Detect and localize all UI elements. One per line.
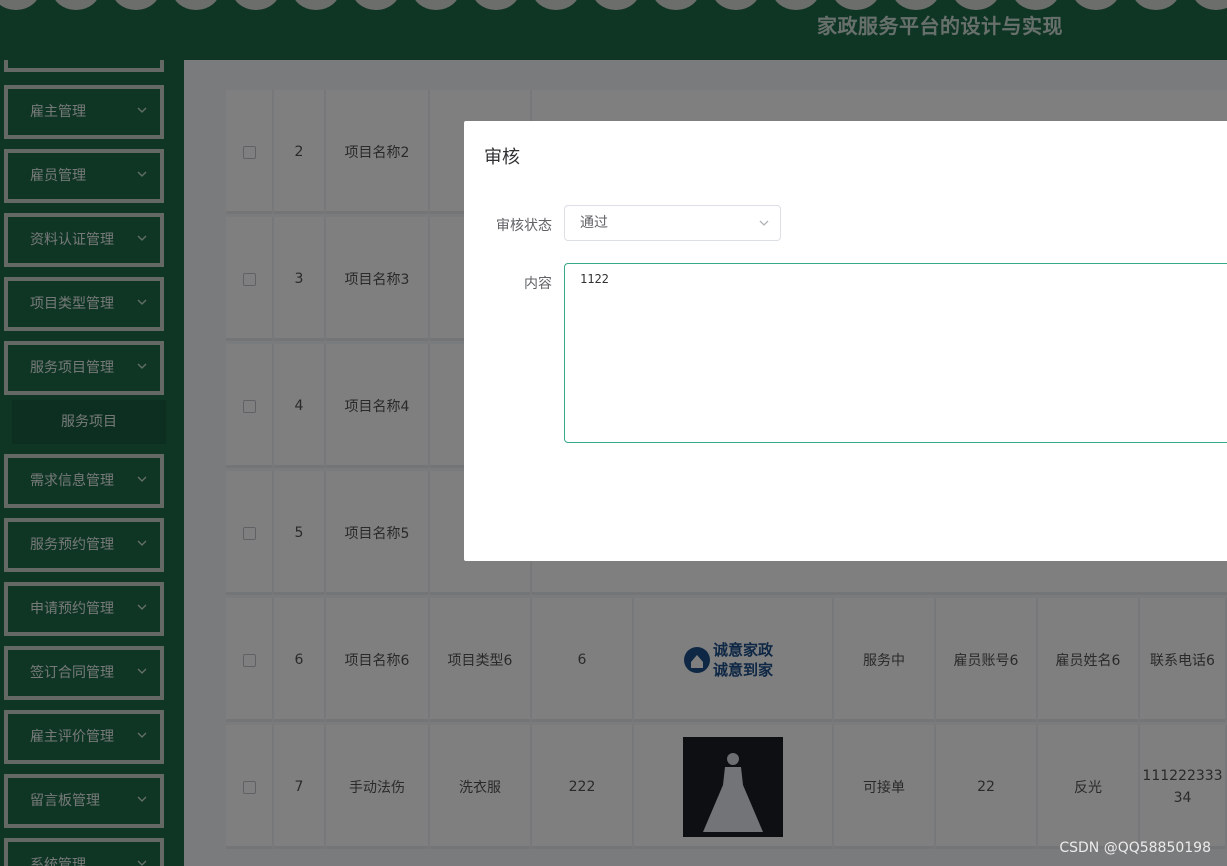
content-textarea[interactable]: 1122	[564, 263, 1227, 443]
status-label: 审核状态	[496, 218, 552, 234]
select-value: 通过	[580, 215, 608, 231]
chevron-down-icon	[759, 220, 769, 226]
dialog-title: 审核	[484, 147, 520, 168]
review-dialog: 审核 审核状态 通过 内容 1122	[464, 121, 1227, 561]
review-status-select[interactable]: 通过	[564, 205, 781, 241]
content-label: 内容	[524, 276, 552, 292]
watermark: CSDN @QQ58850198	[1059, 840, 1211, 856]
